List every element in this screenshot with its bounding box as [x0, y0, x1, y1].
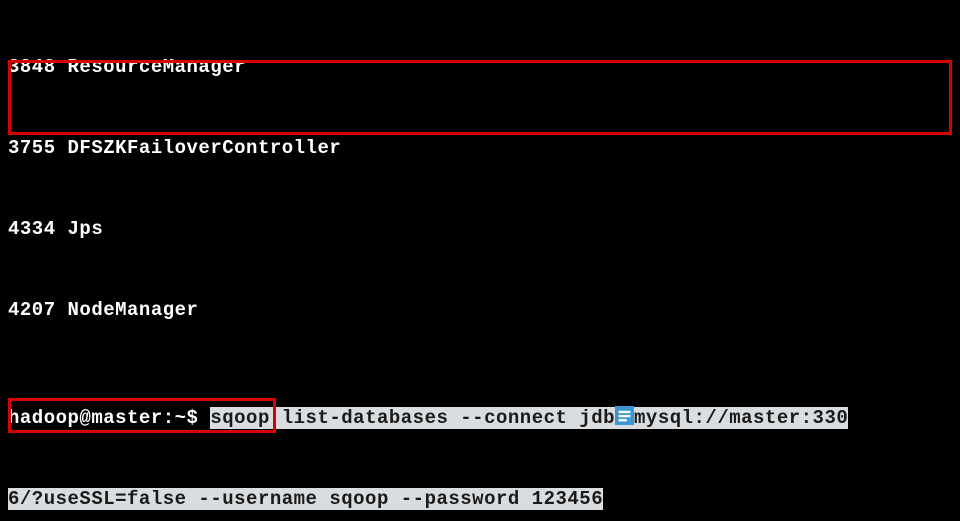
output-line: 3755 DFSZKFailoverController: [8, 135, 952, 162]
command-line-1b[interactable]: 6/?useSSL=false --username sqoop --passw…: [8, 486, 952, 513]
output-line: 3848 ResourceManager: [8, 54, 952, 81]
output-line: 4207 NodeManager: [8, 297, 952, 324]
terminal-window[interactable]: 3848 ResourceManager 3755 DFSZKFailoverC…: [0, 0, 960, 521]
sqoop-command-highlight-part1: sqoop list-databases --connect jdb: [210, 407, 615, 429]
prompt-user: hadoop@master: [8, 407, 163, 429]
prompt-path: :~$: [163, 407, 211, 429]
command-line-1a[interactable]: hadoop@master:~$ sqoop list-databases --…: [8, 405, 952, 432]
note-icon: [615, 406, 634, 425]
output-line: 4334 Jps: [8, 216, 952, 243]
sqoop-command-highlight-line2: 6/?useSSL=false --username sqoop --passw…: [8, 488, 603, 510]
note-icon-inline: [615, 407, 634, 429]
sqoop-command-highlight-part2: mysql://master:330: [634, 407, 848, 429]
